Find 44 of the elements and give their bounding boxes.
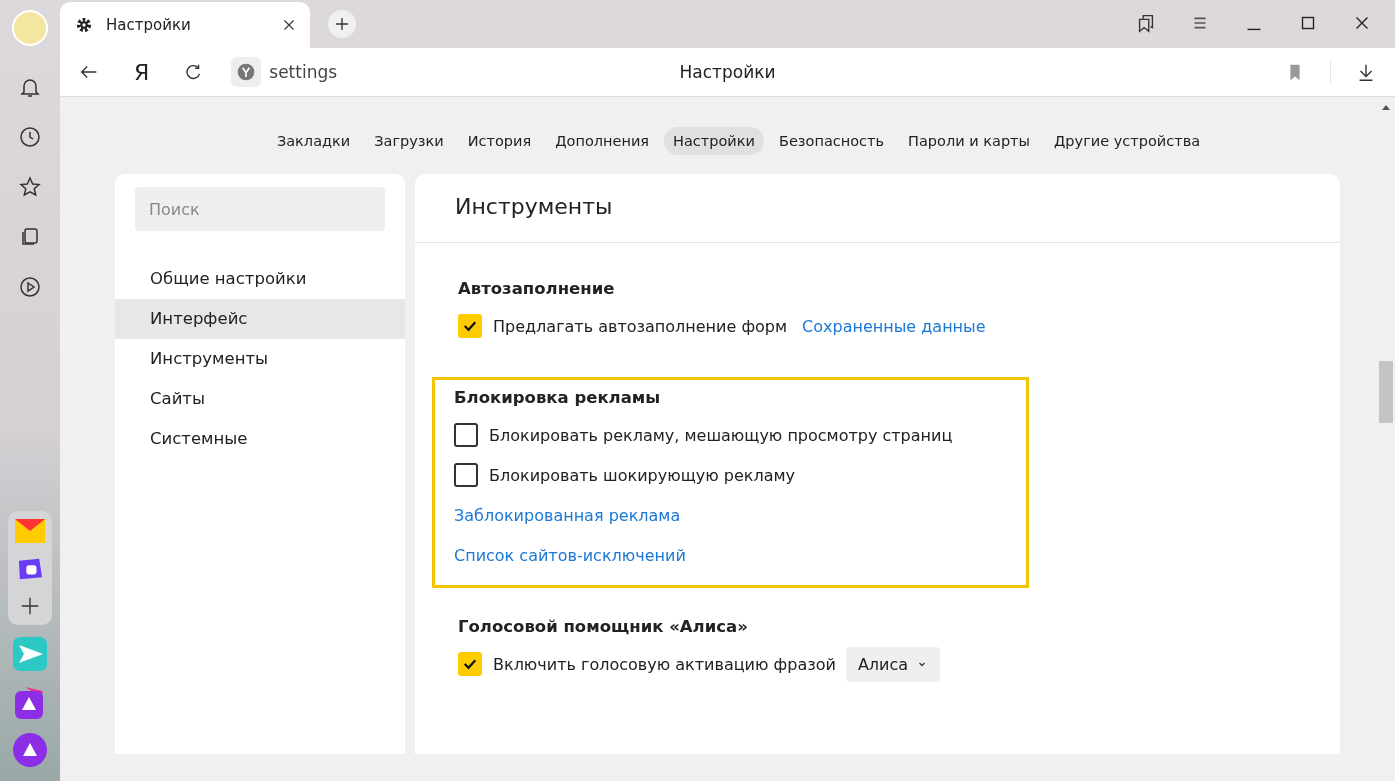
- nav-tab[interactable]: Загрузки: [365, 127, 453, 155]
- sidebar-item[interactable]: Системные: [115, 419, 405, 459]
- page-title: Настройки: [679, 62, 776, 82]
- sidebar-item[interactable]: Общие настройки: [115, 259, 405, 299]
- tab-title: Настройки: [106, 16, 192, 34]
- assistant-icon[interactable]: [13, 733, 47, 767]
- section-title: Автозаполнение: [458, 279, 616, 298]
- nav-tab[interactable]: Дополнения: [546, 127, 659, 155]
- scrollbar-thumb[interactable]: [1379, 361, 1393, 423]
- checkbox-label: Блокировать шокирующую рекламу: [489, 465, 795, 485]
- settings-link[interactable]: Список сайтов-исключений: [454, 545, 686, 565]
- section-title: Блокировка рекламы: [454, 388, 662, 407]
- sidebar-item[interactable]: Инструменты: [115, 339, 405, 379]
- checkbox-label: Блокировать рекламу, мешающую просмотру страниц: [489, 425, 953, 445]
- section-title: Голосовой помощник «Алиса»: [458, 617, 749, 636]
- new-tab-button[interactable]: [328, 10, 356, 38]
- nav-tab[interactable]: Настройки: [664, 127, 764, 155]
- nav-tab[interactable]: Пароли и карты: [899, 127, 1040, 155]
- phrase-dropdown[interactable]: Алиса: [845, 646, 941, 682]
- history-icon[interactable]: [18, 125, 42, 149]
- url-text[interactable]: settings: [269, 62, 338, 82]
- scroll-up-icon[interactable]: [1381, 103, 1391, 111]
- logo-letter[interactable]: Я: [134, 59, 150, 85]
- saved-data-link[interactable]: Сохраненные данные: [802, 316, 986, 336]
- add-icon[interactable]: [19, 595, 41, 617]
- search-field[interactable]: Поиск: [135, 187, 385, 231]
- checkbox-label: Включить голосовую активацию фразой: [493, 654, 836, 674]
- browser-tab[interactable]: Настройки: [60, 2, 310, 48]
- checkbox[interactable]: [454, 423, 478, 447]
- nav-tab[interactable]: Закладки: [267, 127, 360, 155]
- settings-icon: [74, 15, 94, 35]
- star-icon[interactable]: [18, 175, 42, 199]
- nav-tab[interactable]: Другие устройства: [1045, 127, 1210, 155]
- nav-tab[interactable]: Безопасность: [769, 127, 894, 155]
- plus-icon[interactable]: [333, 15, 351, 33]
- settings-link[interactable]: Заблокированная реклама: [454, 505, 681, 525]
- sidebar-item[interactable]: Интерфейс: [115, 299, 405, 339]
- nav-tab[interactable]: История: [458, 127, 541, 155]
- panel-title: Инструменты: [415, 174, 1340, 243]
- play-icon[interactable]: [18, 275, 42, 299]
- checkbox[interactable]: [454, 463, 478, 487]
- site-icon[interactable]: [231, 57, 262, 87]
- checkbox-label: Предлагать автозаполнение форм: [493, 316, 788, 336]
- sidebar-item[interactable]: Сайты: [115, 379, 405, 419]
